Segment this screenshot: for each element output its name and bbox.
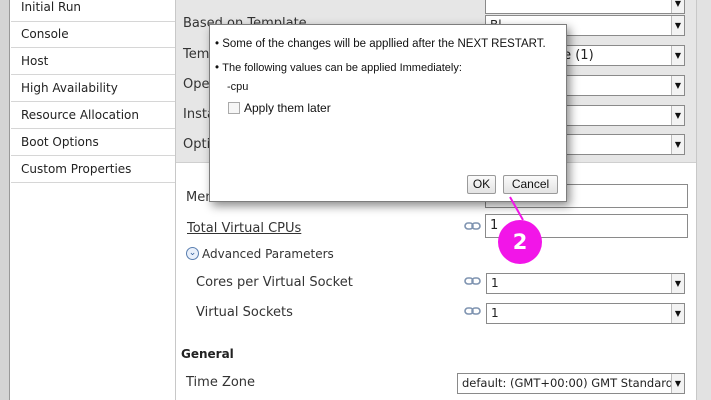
operating-system-label: Ope xyxy=(183,77,210,92)
dialog-message-immediate: • The following values can be applied Im… xyxy=(215,62,462,74)
virtual-sockets-label: Virtual Sockets xyxy=(196,305,293,320)
sidebar-item-console[interactable]: Console xyxy=(11,22,175,48)
window-left-border xyxy=(0,0,10,400)
dialog-message-text: The following values can be applied Imme… xyxy=(222,62,462,74)
sidebar-item-custom-properties[interactable]: Custom Properties xyxy=(11,157,175,183)
step-number-badge: 2 xyxy=(498,220,542,264)
sidebar-item-boot-options[interactable]: Boot Options xyxy=(11,130,175,156)
cores-per-socket-select[interactable]: 1 ▼ xyxy=(486,273,685,294)
link-chain-icon xyxy=(464,277,481,285)
sidebar-item-initial-run[interactable]: Initial Run xyxy=(11,0,175,22)
sidebar-item-resource-allocation[interactable]: Resource Allocation xyxy=(11,103,175,129)
sidebar-item-host[interactable]: Host xyxy=(11,49,175,75)
sidebar-item-label: Custom Properties xyxy=(21,162,132,176)
sidebar-item-label: Resource Allocation xyxy=(21,108,140,122)
apply-later-checkbox[interactable] xyxy=(228,102,240,114)
chevron-down-icon: ▼ xyxy=(671,135,684,154)
link-chain-icon xyxy=(464,222,481,230)
chevron-down-icon: ▼ xyxy=(671,374,684,393)
cluster-select[interactable]: ▼ xyxy=(485,0,685,14)
select-value: 1 xyxy=(491,276,499,290)
chevron-down-icon: ▼ xyxy=(671,76,684,95)
total-vcpus-label: Total Virtual CPUs xyxy=(187,221,302,236)
sidebar-item-high-availability[interactable]: High Availability xyxy=(11,76,175,102)
sidebar-item-label: Host xyxy=(21,54,49,68)
apply-later-label[interactable]: Apply them later xyxy=(244,101,331,115)
sidebar-item-label: High Availability xyxy=(21,81,118,95)
time-zone-label: Time Zone xyxy=(186,375,256,390)
input-value: 1 xyxy=(490,218,499,233)
advanced-parameters-toggle[interactable]: Advanced Parameters xyxy=(202,247,334,261)
sidebar-item-label: Console xyxy=(21,27,69,41)
dialog-value-item: -cpu xyxy=(227,81,249,93)
chevron-down-icon: ▼ xyxy=(671,0,684,13)
dialog-message-text: Some of the changes will be appllied aft… xyxy=(222,38,546,50)
sidebar: Initial Run Console Host High Availabili… xyxy=(11,0,175,400)
optimized-for-label: Opti xyxy=(183,137,211,152)
expand-chevron-icon[interactable]: ⌄ xyxy=(186,247,199,260)
ok-button[interactable]: OK xyxy=(467,175,496,194)
chevron-down-icon: ▼ xyxy=(671,106,684,125)
general-section-title: General xyxy=(181,347,234,361)
cancel-button[interactable]: Cancel xyxy=(503,175,558,194)
link-chain-icon xyxy=(464,307,481,315)
template-sub-version-label: Tem xyxy=(183,47,210,62)
select-value: default: (GMT+00:00) GMT Standard xyxy=(462,376,674,390)
sidebar-item-label: Boot Options xyxy=(21,135,99,149)
chevron-down-icon: ▼ xyxy=(671,16,684,35)
dialog-message-restart: • Some of the changes will be appllied a… xyxy=(215,38,546,50)
time-zone-select[interactable]: default: (GMT+00:00) GMT Standard ▼ xyxy=(457,373,685,394)
chevron-down-icon: ▼ xyxy=(671,46,684,65)
select-value: 1 xyxy=(491,306,499,320)
cores-per-socket-label: Cores per Virtual Socket xyxy=(196,275,353,290)
sidebar-item-label: Initial Run xyxy=(21,0,82,14)
chevron-down-icon: ▼ xyxy=(671,304,684,323)
window-right-scrollbar[interactable] xyxy=(696,0,711,400)
chevron-down-icon: ▼ xyxy=(671,274,684,293)
restart-changes-dialog: • Some of the changes will be appllied a… xyxy=(209,24,567,202)
virtual-sockets-select[interactable]: 1 ▼ xyxy=(486,303,685,324)
